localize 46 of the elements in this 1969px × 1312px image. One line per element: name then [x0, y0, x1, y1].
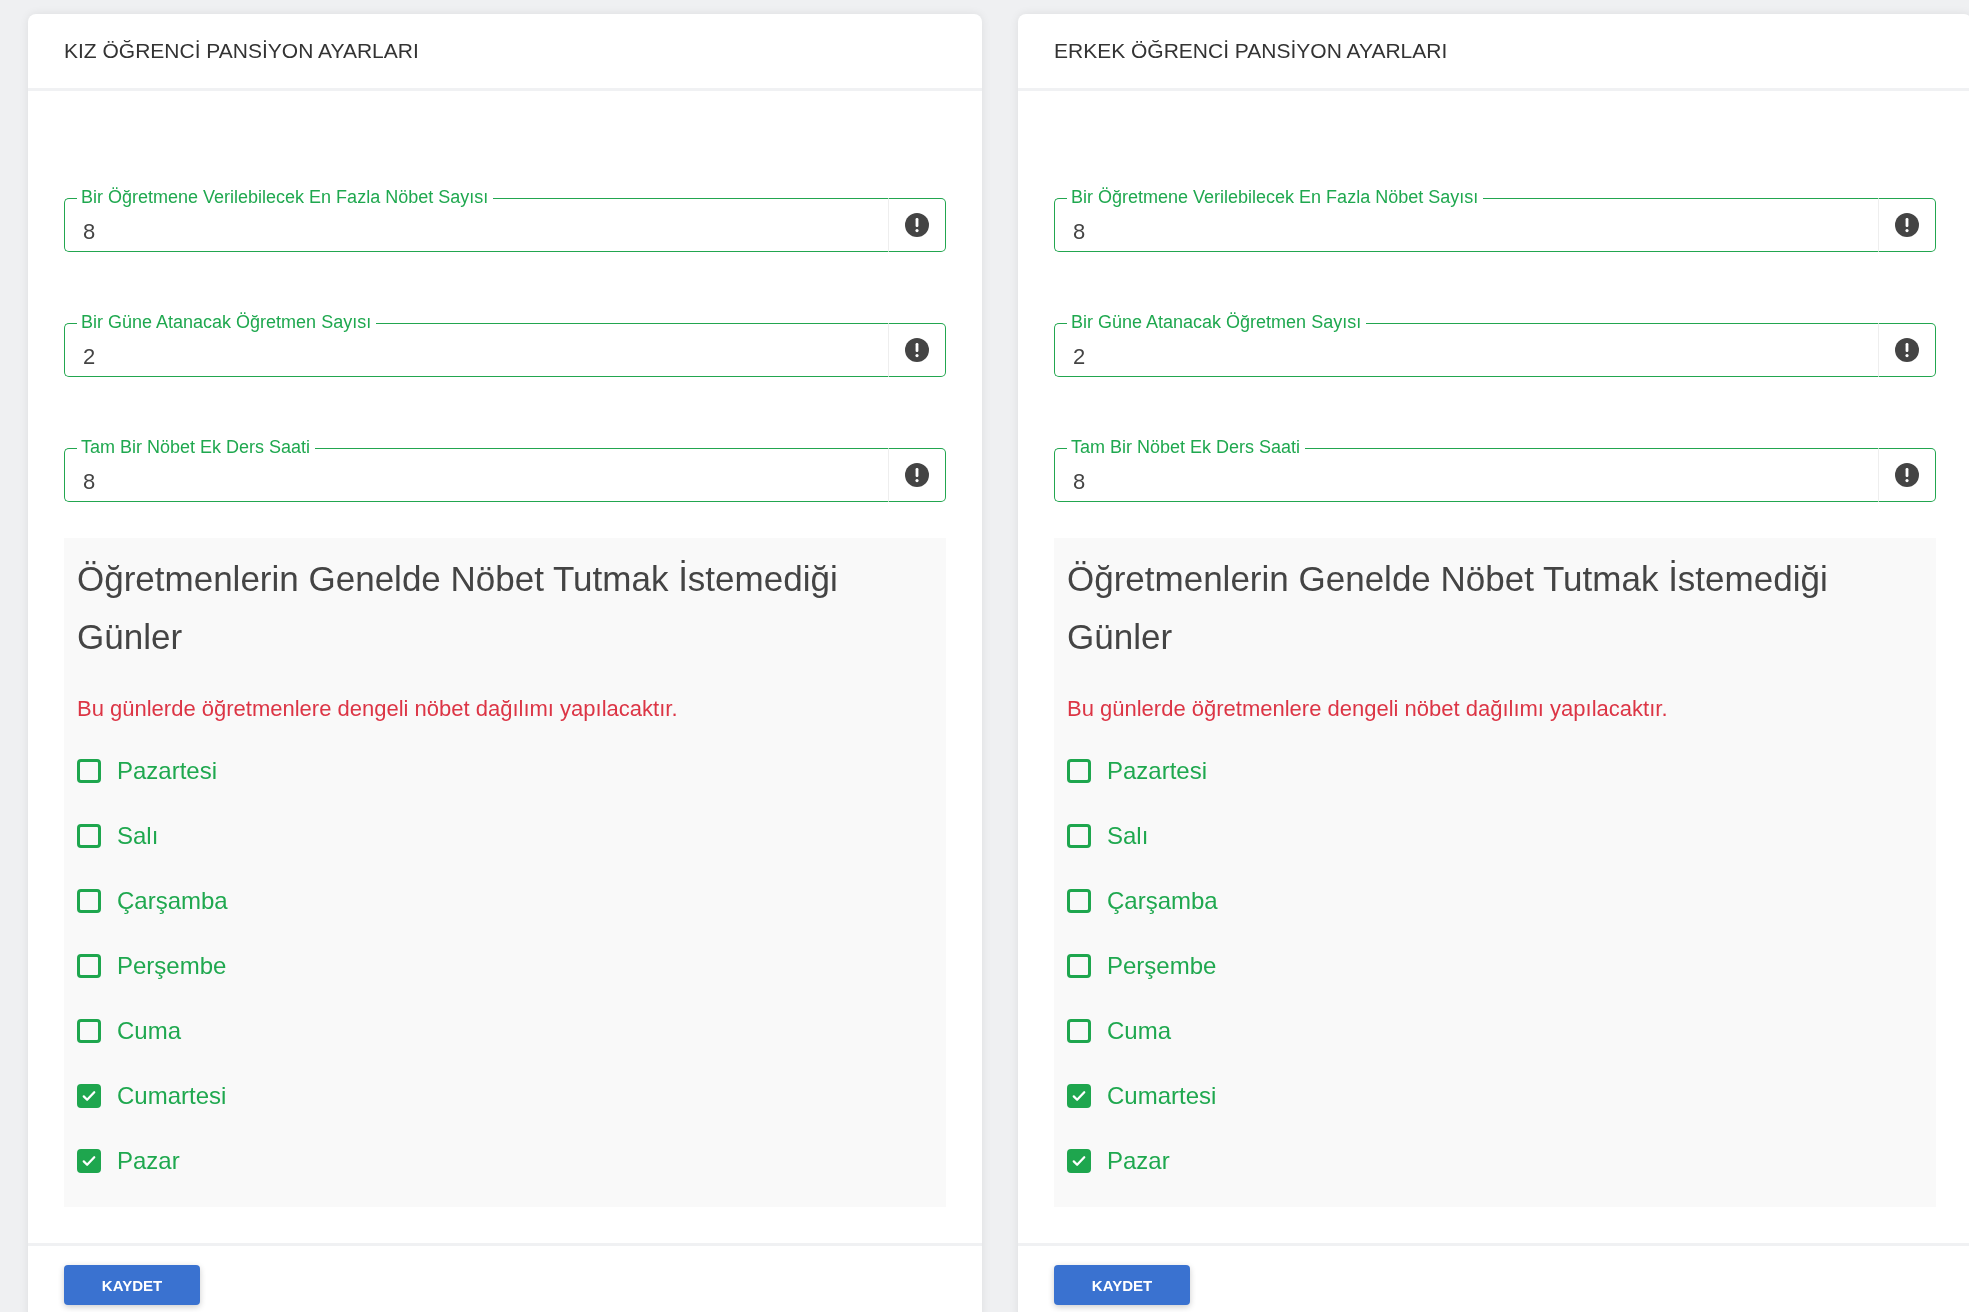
checkbox[interactable]	[1067, 1018, 1091, 1043]
field-label: Bir Güne Atanacak Öğretmen Sayısı	[1067, 312, 1367, 332]
save-button[interactable]: KAYDET	[64, 1265, 200, 1305]
checkbox[interactable]	[77, 1018, 101, 1043]
checkbox-label[interactable]: Perşembe	[117, 951, 227, 980]
field-label: Bir Öğretmene Verilebilecek En Fazla Nöbet Sayısı	[1067, 187, 1484, 207]
alert-icon	[905, 213, 929, 237]
checkbox-label[interactable]: Cumartesi	[1107, 1081, 1217, 1110]
checkbox-label[interactable]: Pazartesi	[1107, 756, 1208, 785]
checkbox[interactable]	[77, 758, 101, 783]
checkbox-label[interactable]: Salı	[117, 821, 159, 850]
checkbox[interactable]	[1067, 888, 1091, 913]
checkbox-label[interactable]: Perşembe	[1107, 951, 1217, 980]
checkbox[interactable]	[1067, 823, 1091, 848]
field-label: Bir Öğretmene Verilebilecek En Fazla Nöbet Sayısı	[77, 187, 494, 207]
checkbox[interactable]	[1067, 953, 1091, 978]
checkbox-label[interactable]: Salı	[1107, 821, 1149, 850]
checkbox-label[interactable]: Cumartesi	[117, 1081, 227, 1110]
alert-icon	[1895, 463, 1919, 487]
checkbox[interactable]	[77, 953, 101, 978]
field-label: Bir Güne Atanacak Öğretmen Sayısı	[77, 312, 377, 332]
save-button[interactable]: KAYDET	[1054, 1265, 1190, 1305]
checkbox[interactable]	[77, 1083, 101, 1108]
warning-note: Bu günlerde öğretmenlere dengeli nöbet dağılımı yapılacaktır.	[77, 695, 679, 723]
alert-icon	[1895, 338, 1919, 362]
checkbox-label[interactable]: Çarşamba	[117, 886, 228, 915]
checkbox-label[interactable]: Pazar	[1107, 1146, 1170, 1175]
checkbox-label[interactable]: Çarşamba	[1107, 886, 1218, 915]
alert-icon	[905, 338, 929, 362]
checkbox-label[interactable]: Cuma	[117, 1016, 182, 1045]
checkbox[interactable]	[77, 1148, 101, 1173]
section-heading: Öğretmenlerin Genelde Nöbet Tutmak İstemediği Günler	[77, 558, 839, 658]
section-heading: Öğretmenlerin Genelde Nöbet Tutmak İstemediği Günler	[1067, 558, 1829, 658]
checkbox[interactable]	[77, 888, 101, 913]
checkbox[interactable]	[77, 823, 101, 848]
checkbox[interactable]	[1067, 758, 1091, 783]
alert-icon	[905, 463, 929, 487]
checkbox-label[interactable]: Pazar	[117, 1146, 180, 1175]
card-title: ERKEK ÖĞRENCİ PANSİYON AYARLARI	[1054, 39, 1448, 63]
card-title: KIZ ÖĞRENCİ PANSİYON AYARLARI	[64, 39, 419, 63]
checkbox-label[interactable]: Cuma	[1107, 1016, 1172, 1045]
warning-note: Bu günlerde öğretmenlere dengeli nöbet dağılımı yapılacaktır.	[1067, 695, 1669, 723]
checkbox[interactable]	[1067, 1083, 1091, 1108]
checkbox-label[interactable]: Pazartesi	[117, 756, 218, 785]
alert-icon	[1895, 213, 1919, 237]
checkbox[interactable]	[1067, 1148, 1091, 1173]
